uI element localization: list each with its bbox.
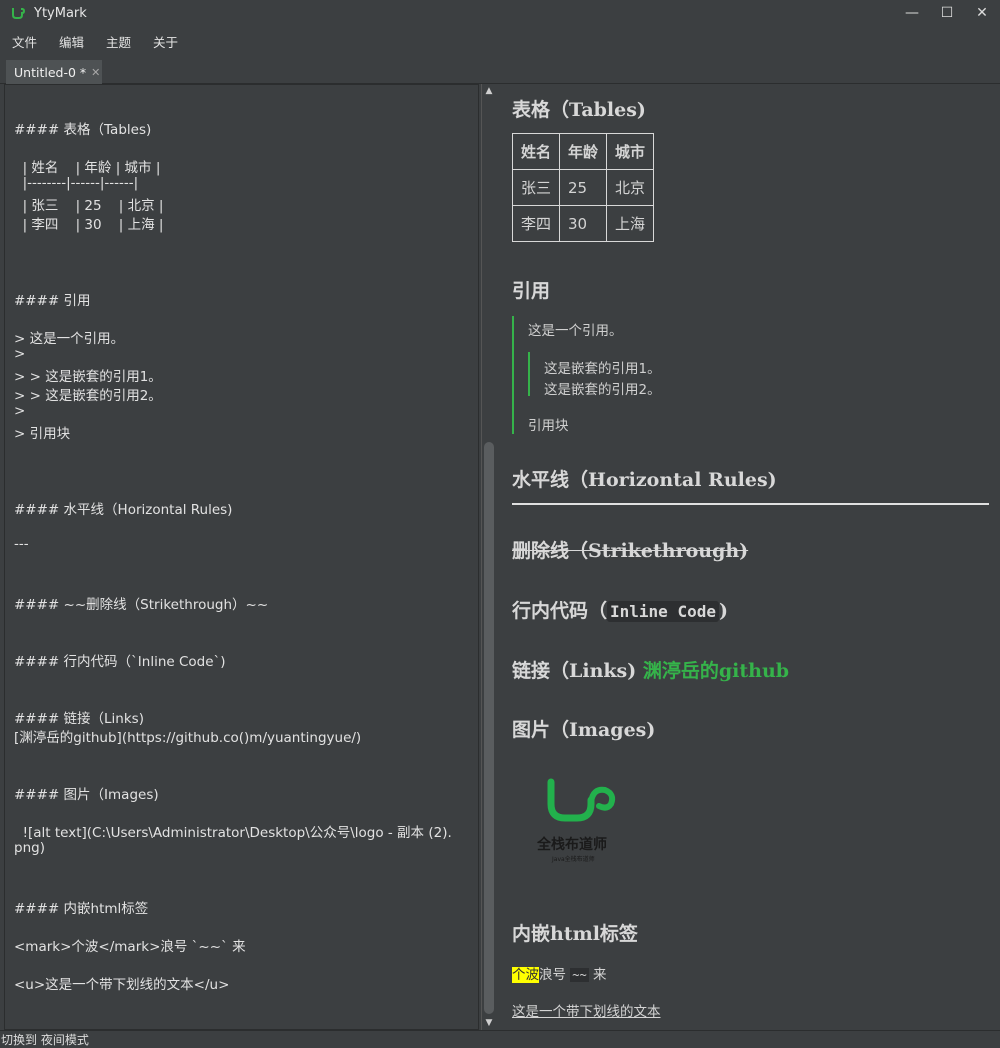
logo-text: 全栈布道师 bbox=[537, 837, 607, 853]
title-bar: YtyMark — ☐ ✕ bbox=[0, 0, 1000, 26]
editor-line: #### 行内代码（`Inline Code`) bbox=[14, 654, 226, 670]
heading-html-tags: 内嵌html标签 bbox=[512, 923, 638, 945]
editor-line: #### 表格（Tables) bbox=[14, 122, 152, 138]
editor-line: #### 水平线（Horizontal Rules) bbox=[14, 502, 233, 518]
preview-table: 姓名 年龄 城市 张三 25 北京 李四 30 上海 bbox=[511, 133, 655, 242]
menu-about[interactable]: 关于 bbox=[147, 32, 184, 51]
night-mode-toggle[interactable]: 切换到 夜间模式 bbox=[1, 1033, 89, 1047]
status-bar: 切换到 夜间模式 bbox=[0, 1030, 1000, 1048]
heading-text: 行内代码（ bbox=[512, 600, 608, 622]
table-header-cell: 姓名 bbox=[511, 133, 561, 170]
highlight-text: 个波 bbox=[512, 967, 539, 983]
github-link[interactable]: 渊渟岳的github bbox=[643, 660, 789, 682]
editor-line: #### 图片（Images) bbox=[14, 787, 159, 803]
editor-line: > bbox=[14, 403, 26, 419]
editor-line: #### 内嵌html标签 bbox=[14, 901, 149, 917]
heading-links: 链接（Links) 渊渟岳的github bbox=[512, 656, 789, 683]
horizontal-rule bbox=[512, 503, 989, 505]
markdown-preview: 表格（Tables) 姓名 年龄 城市 张三 25 北京 李四 30 上海 引用… bbox=[497, 84, 1000, 1030]
table-header-cell: 城市 bbox=[606, 133, 655, 170]
editor-line: | 张三 | 25 | 北京 | bbox=[14, 198, 164, 214]
heading-quote: 引用 bbox=[512, 280, 551, 302]
editor-line: | 姓名 | 年龄 | 城市 | bbox=[14, 160, 161, 176]
editor-line: > > 这是嵌套的引用1。 bbox=[14, 369, 162, 385]
quote-line: 这是一个引用。 bbox=[528, 323, 623, 339]
inline-code: ~~ bbox=[570, 968, 589, 982]
editor-line: > 引用块 bbox=[14, 426, 71, 442]
heading-tables: 表格（Tables) bbox=[512, 99, 646, 121]
maximize-icon[interactable]: ☐ bbox=[929, 0, 965, 26]
table-cell: 张三 bbox=[511, 169, 561, 206]
tab-label: Untitled-0 * bbox=[14, 64, 87, 80]
nested-quote-line: 这是嵌套的引用2。 bbox=[544, 382, 661, 398]
paragraph-text: 来 bbox=[593, 967, 607, 983]
scrollbar-thumb[interactable] bbox=[484, 442, 494, 1014]
editor-line: #### 链接（Links) bbox=[14, 711, 144, 727]
menu-bar: 文件 编辑 主题 关于 bbox=[0, 26, 1000, 56]
table-cell: 25 bbox=[559, 169, 608, 206]
logo-subtext: Java全栈布道师 bbox=[552, 856, 595, 863]
menu-edit[interactable]: 编辑 bbox=[53, 32, 90, 51]
table-row: 李四 30 上海 bbox=[511, 205, 655, 242]
table-header-row: 姓名 年龄 城市 bbox=[511, 133, 655, 170]
heading-horizontal-rules: 水平线（Horizontal Rules) bbox=[512, 469, 777, 491]
editor-line: > 这是一个引用。 bbox=[14, 331, 125, 347]
nested-blockquote bbox=[528, 352, 530, 396]
table-cell: 上海 bbox=[606, 205, 655, 242]
editor-line: > bbox=[14, 346, 26, 362]
menu-theme[interactable]: 主题 bbox=[100, 32, 137, 51]
markdown-editor[interactable]: #### 表格（Tables) | 姓名 | 年龄 | 城市 | |------… bbox=[4, 84, 479, 1030]
inline-code: Inline Code bbox=[607, 601, 719, 622]
heading-strikethrough: 删除线（Strikethrough) bbox=[512, 536, 748, 563]
preview-table-wrap: 姓名 年龄 城市 张三 25 北京 李四 30 上海 bbox=[511, 133, 655, 242]
app-title: YtyMark bbox=[34, 5, 87, 21]
editor-line: --- bbox=[14, 536, 29, 552]
editor-scrollbar[interactable]: ▲ ▼ bbox=[481, 84, 496, 1030]
table-cell: 30 bbox=[559, 205, 608, 242]
table-header-cell: 年龄 bbox=[559, 133, 608, 170]
editor-line: |--------|------|------| bbox=[14, 175, 139, 191]
table-row: 张三 25 北京 bbox=[511, 169, 655, 206]
heading-text: 链接（Links) bbox=[512, 660, 637, 682]
mark-paragraph: 个波浪号 ~~ 来 bbox=[512, 963, 607, 983]
tab-bar: Untitled-0 * ✕ bbox=[0, 56, 1000, 84]
underline-paragraph: 这是一个带下划线的文本 bbox=[512, 1000, 661, 1020]
scroll-up-icon[interactable]: ▲ bbox=[482, 84, 496, 98]
editor-line: <mark>个波</mark>浪号 `~~` 来 bbox=[14, 939, 246, 955]
minimize-icon[interactable]: — bbox=[894, 0, 930, 26]
editor-line: <u>这是一个带下划线的文本</u> bbox=[14, 977, 230, 993]
editor-line: png) bbox=[14, 840, 45, 856]
nested-quote-line: 这是嵌套的引用1。 bbox=[544, 361, 661, 377]
editor-line: [渊渟岳的github](https://github.co()m/yuanti… bbox=[14, 730, 362, 746]
quote-line: 引用块 bbox=[528, 418, 569, 434]
editor-line: #### 引用 bbox=[14, 293, 91, 309]
strike-text: 删除线（Strikethrough) bbox=[512, 540, 749, 562]
heading-text: ) bbox=[718, 600, 728, 622]
blockquote bbox=[512, 316, 514, 434]
close-icon[interactable]: ✕ bbox=[964, 0, 1000, 26]
table-cell: 李四 bbox=[511, 205, 561, 242]
editor-line: #### ~~删除线（Strikethrough）~~ bbox=[14, 597, 269, 613]
table-cell: 北京 bbox=[606, 169, 655, 206]
underlined-text: 这是一个带下划线的文本 bbox=[512, 1004, 661, 1020]
editor-line: > > 这是嵌套的引用2。 bbox=[14, 388, 162, 404]
heading-inline-code: 行内代码（ Inline Code) bbox=[512, 596, 728, 623]
editor-line: | 李四 | 30 | 上海 | bbox=[14, 217, 164, 233]
editor-line: ![alt text](C:\Users\Administrator\Deskt… bbox=[14, 825, 452, 841]
heading-images: 图片（Images) bbox=[512, 719, 656, 741]
scroll-down-icon[interactable]: ▼ bbox=[482, 1016, 496, 1030]
tab-close-icon[interactable]: ✕ bbox=[91, 66, 100, 79]
tab-untitled-0[interactable]: Untitled-0 * ✕ bbox=[6, 60, 102, 84]
app-logo-icon bbox=[12, 8, 25, 19]
paragraph-text: 浪号 bbox=[539, 967, 566, 983]
menu-file[interactable]: 文件 bbox=[6, 32, 43, 51]
